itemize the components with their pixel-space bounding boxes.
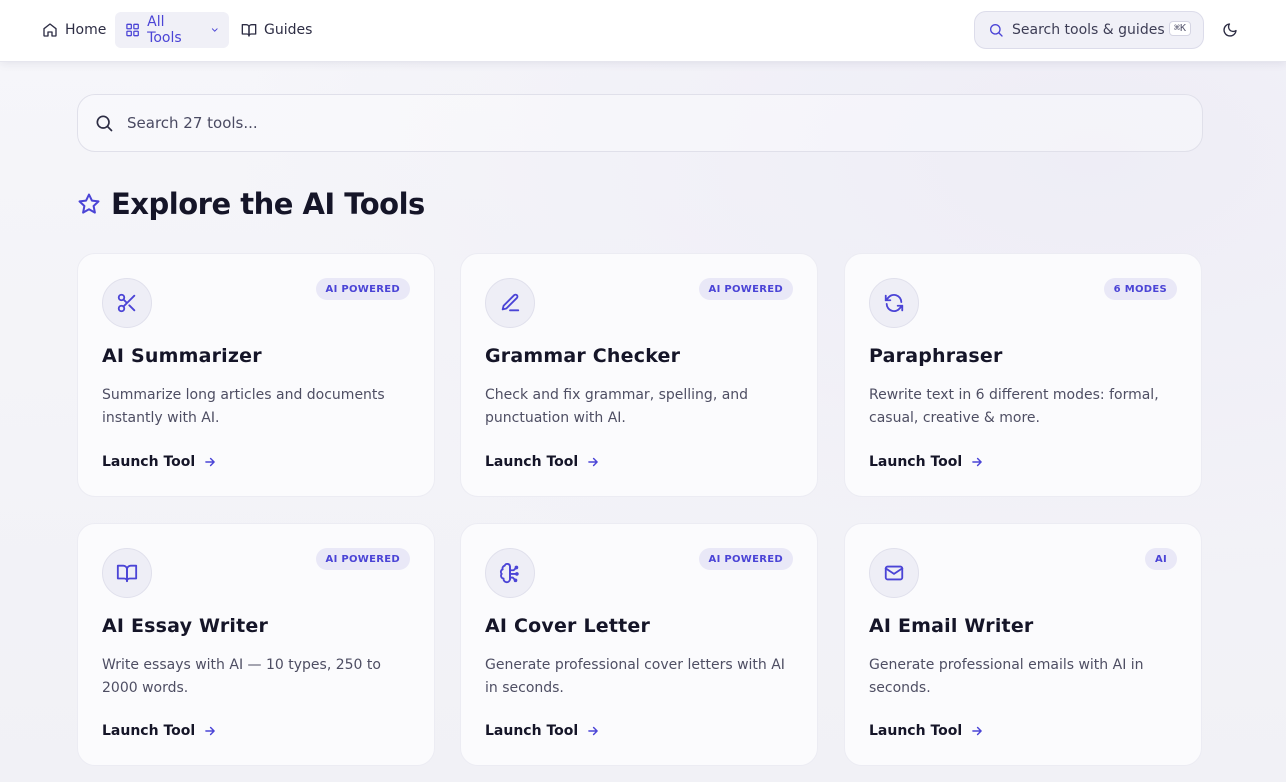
- tool-title: AI Essay Writer: [102, 615, 269, 637]
- tool-card-grammar-checker[interactable]: AI POWERED Grammar Checker Check and fix…: [460, 253, 818, 497]
- pen-icon: [501, 293, 520, 312]
- tool-badge: AI POWERED: [698, 548, 793, 570]
- theme-toggle-button[interactable]: [1219, 19, 1241, 41]
- tool-icon-badge: [485, 278, 535, 328]
- nav-guides-link[interactable]: Guides: [231, 12, 322, 48]
- tool-badge: 6 MODES: [1103, 278, 1177, 300]
- launch-tool-link[interactable]: Launch Tool: [869, 723, 984, 739]
- arrow-right-icon: [972, 457, 982, 467]
- tool-description: Rewrite text in 6 different modes: forma…: [869, 387, 1159, 426]
- tool-icon-badge: [485, 548, 535, 598]
- tool-description: Write essays with AI — 10 types, 250 to …: [102, 657, 381, 696]
- global-search-button[interactable]: Search tools & guides ⌘K: [974, 11, 1204, 49]
- moon-icon: [1223, 23, 1237, 37]
- tool-title: Grammar Checker: [485, 345, 681, 367]
- tool-description: Summarize long articles and documents in…: [102, 387, 385, 426]
- launch-tool-label: Launch Tool: [102, 454, 196, 470]
- tool-card-ai-essay-writer[interactable]: AI POWERED AI Essay Writer Write essays …: [77, 523, 435, 766]
- tool-title: AI Summarizer: [102, 345, 262, 367]
- section-title: Explore the AI Tools: [111, 187, 425, 221]
- launch-tool-label: Launch Tool: [869, 723, 963, 739]
- search-icon: [96, 115, 113, 132]
- tool-icon-badge: [102, 278, 152, 328]
- nav-home-label: Home: [65, 22, 107, 38]
- top-navbar: Home All Tools Guides Search tools & gui…: [0, 0, 1286, 62]
- refresh-icon: [884, 294, 904, 312]
- launch-tool-link[interactable]: Launch Tool: [485, 454, 600, 470]
- keyboard-shortcut-badge: ⌘K: [1168, 21, 1191, 36]
- tool-icon-badge: [869, 278, 919, 328]
- tool-icon-badge: [102, 548, 152, 598]
- tool-card-ai-cover-letter[interactable]: AI POWERED AI Cover Letter Generate prof…: [460, 523, 818, 766]
- launch-tool-link[interactable]: Launch Tool: [102, 454, 217, 470]
- nav-home-link[interactable]: Home: [32, 12, 116, 48]
- tool-description: Generate professional emails with AI in …: [869, 657, 1144, 696]
- tool-card-ai-email-writer[interactable]: AI AI Email Writer Generate professional…: [844, 523, 1202, 766]
- tool-title: AI Cover Letter: [485, 615, 651, 637]
- arrow-right-icon: [588, 457, 598, 467]
- book-open-icon: [116, 564, 138, 583]
- brain-circuit-icon: [499, 563, 519, 584]
- launch-tool-label: Launch Tool: [485, 723, 579, 739]
- launch-tool-label: Launch Tool: [102, 723, 196, 739]
- nav-all-tools-dropdown[interactable]: All Tools: [115, 12, 229, 48]
- tool-card-paraphraser[interactable]: 6 MODES Paraphraser Rewrite text in 6 di…: [844, 253, 1202, 497]
- star-icon: [78, 193, 100, 214]
- tool-search-bar: [77, 94, 1203, 152]
- grid-icon: [126, 23, 139, 37]
- launch-tool-link[interactable]: Launch Tool: [485, 723, 600, 739]
- tool-description: Generate professional cover letters with…: [485, 657, 785, 696]
- arrow-right-icon: [205, 726, 215, 736]
- tool-search-input[interactable]: [127, 114, 1027, 132]
- tool-badge: AI: [1144, 548, 1177, 570]
- chevron-down-icon: [211, 28, 218, 32]
- tool-title: Paraphraser: [869, 345, 1003, 367]
- launch-tool-label: Launch Tool: [869, 454, 963, 470]
- tool-badge: AI POWERED: [315, 278, 410, 300]
- tool-badge: AI POWERED: [698, 278, 793, 300]
- arrow-right-icon: [588, 726, 598, 736]
- mail-icon: [884, 565, 904, 581]
- tool-card-ai-summarizer[interactable]: AI POWERED AI Summarizer Summarize long …: [77, 253, 435, 497]
- tool-badge: AI POWERED: [315, 548, 410, 570]
- global-search-placeholder: Search tools & guides: [1012, 22, 1165, 38]
- book-open-icon: [241, 24, 257, 37]
- search-icon: [990, 24, 1003, 37]
- scissors-icon: [117, 293, 136, 313]
- tool-icon-badge: [869, 548, 919, 598]
- arrow-right-icon: [205, 457, 215, 467]
- launch-tool-link[interactable]: Launch Tool: [102, 723, 217, 739]
- tool-description: Check and fix grammar, spelling, and pun…: [485, 387, 749, 426]
- nav-guides-label: Guides: [264, 22, 313, 38]
- tool-title: AI Email Writer: [869, 615, 1034, 637]
- home-icon: [43, 23, 57, 37]
- section-header: Explore the AI Tools: [77, 184, 425, 224]
- arrow-right-icon: [972, 726, 982, 736]
- launch-tool-label: Launch Tool: [485, 454, 579, 470]
- launch-tool-link[interactable]: Launch Tool: [869, 454, 984, 470]
- nav-all-tools-label: All Tools: [147, 14, 182, 46]
